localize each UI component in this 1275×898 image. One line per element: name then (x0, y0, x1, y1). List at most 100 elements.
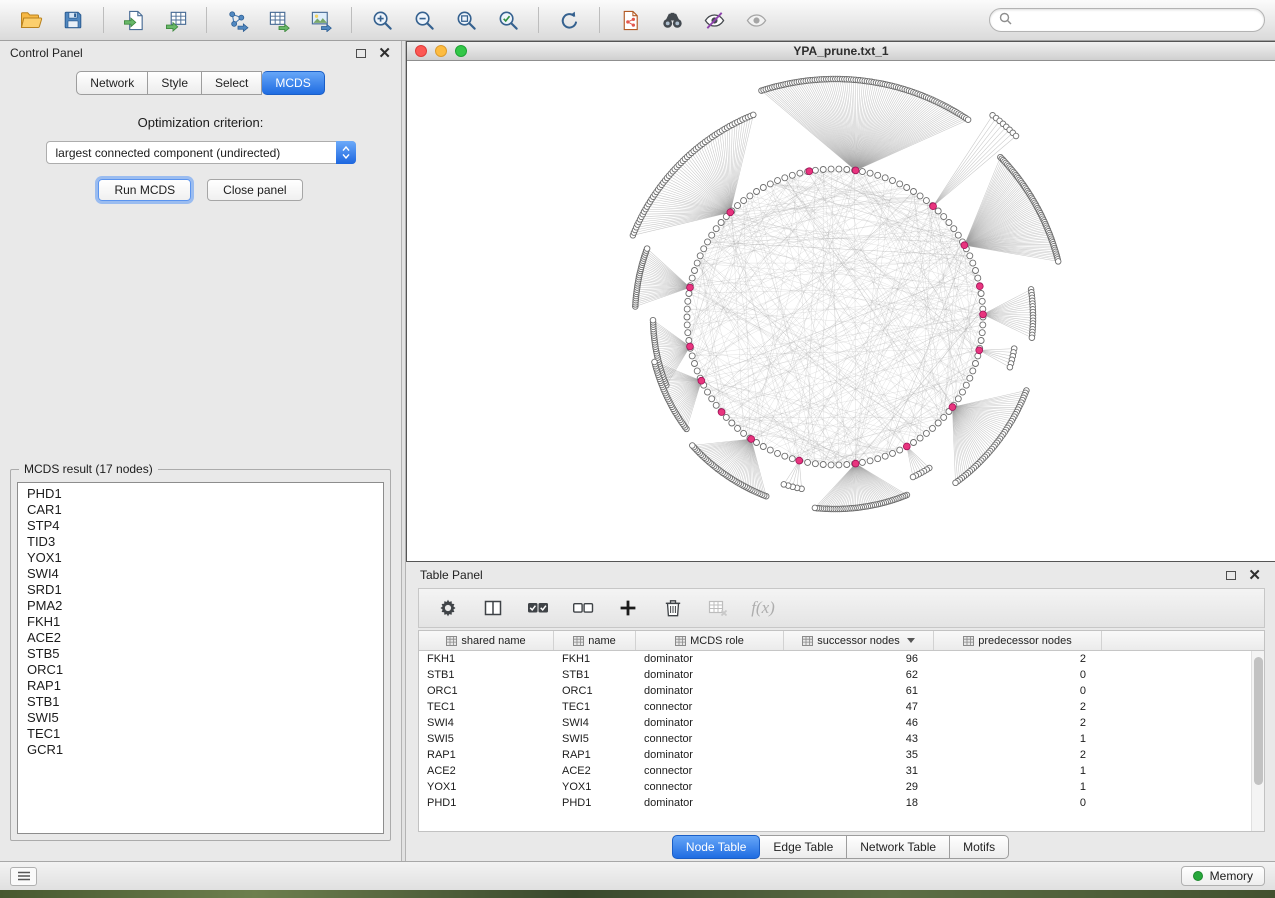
tab-mcds[interactable]: MCDS (262, 71, 324, 95)
mcds-result-item[interactable]: ACE2 (27, 630, 374, 646)
refresh-button[interactable] (548, 3, 590, 37)
mcds-result-item[interactable]: STP4 (27, 518, 374, 534)
cell-MCDS-role: dominator (636, 669, 784, 681)
table-row[interactable]: RAP1RAP1dominator352 (419, 747, 1264, 763)
table-scrollbar[interactable] (1251, 651, 1264, 831)
zoom-out-button[interactable] (403, 3, 445, 37)
open-session-button[interactable] (10, 3, 52, 37)
memory-status-dot-icon (1193, 871, 1203, 881)
cell-MCDS-role: dominator (636, 797, 784, 809)
table-scrollbar-thumb[interactable] (1254, 657, 1263, 785)
cell-name: SWI5 (554, 733, 636, 745)
cell-successor-nodes: 35 (784, 749, 934, 761)
search-field[interactable] (989, 8, 1265, 32)
zoom-selected-icon (497, 9, 520, 32)
cell-predecessor-nodes: 2 (934, 653, 1102, 665)
mcds-result-item[interactable]: TEC1 (27, 726, 374, 742)
mcds-result-item[interactable]: PMA2 (27, 598, 374, 614)
table-row[interactable]: YOX1YOX1connector291 (419, 779, 1264, 795)
network-visualization[interactable] (407, 61, 1274, 561)
table-panel-header: Table Panel ✕ (406, 562, 1275, 588)
table-row[interactable]: ORC1ORC1dominator610 (419, 683, 1264, 699)
add-row-button[interactable] (615, 594, 641, 622)
import-file-button[interactable] (113, 3, 155, 37)
cell-shared-name: STB1 (419, 669, 554, 681)
mcds-result-item[interactable]: SRD1 (27, 582, 374, 598)
status-menu-button[interactable] (10, 867, 37, 886)
columns-button[interactable] (480, 594, 506, 622)
close-window-button[interactable] (415, 45, 427, 57)
table-row[interactable]: ACE2ACE2connector311 (419, 763, 1264, 779)
mcds-result-item[interactable]: RAP1 (27, 678, 374, 694)
mcds-result-item[interactable]: SWI4 (27, 566, 374, 582)
close-table-panel-icon[interactable]: ✕ (1248, 568, 1261, 583)
column-header-name[interactable]: name (554, 631, 636, 650)
zoom-selected-button[interactable] (487, 3, 529, 37)
settings-button[interactable] (435, 594, 461, 622)
select-all-button[interactable] (525, 594, 551, 622)
close-panel-button[interactable]: Close panel (207, 179, 302, 201)
mcds-result-item[interactable]: FKH1 (27, 614, 374, 630)
deselect-all-button[interactable] (570, 594, 596, 622)
float-panel-icon[interactable] (356, 49, 366, 58)
table-row[interactable]: SWI5SWI5connector431 (419, 731, 1264, 747)
table-row[interactable]: SWI4SWI4dominator462 (419, 715, 1264, 731)
column-header-label: MCDS role (690, 635, 744, 647)
export-table-icon (268, 9, 291, 32)
zoom-in-button[interactable] (361, 3, 403, 37)
zoom-in-icon (371, 9, 394, 32)
table-body: FKH1FKH1dominator962STB1STB1dominator620… (419, 651, 1264, 831)
run-mcds-button[interactable]: Run MCDS (98, 179, 191, 201)
minimize-window-button[interactable] (435, 45, 447, 57)
tab-select[interactable]: Select (202, 71, 262, 95)
search-network-button[interactable] (651, 3, 693, 37)
mcds-result-item[interactable]: STB1 (27, 694, 374, 710)
mcds-result-title: MCDS result (17 nodes) (19, 462, 158, 476)
zoom-fit-button[interactable] (445, 3, 487, 37)
column-header-shared-name[interactable]: shared name (419, 631, 554, 650)
tab-style[interactable]: Style (148, 71, 202, 95)
import-table-button[interactable] (155, 3, 197, 37)
cell-name: ORC1 (554, 685, 636, 697)
export-image-button[interactable] (300, 3, 342, 37)
hide-selected-button[interactable] (693, 3, 735, 37)
save-session-button[interactable] (52, 3, 94, 37)
cell-shared-name: ACE2 (419, 765, 554, 777)
cell-MCDS-role: connector (636, 765, 784, 777)
memory-button[interactable]: Memory (1181, 866, 1265, 886)
search-input[interactable] (1018, 13, 1255, 27)
mcds-result-item[interactable]: CAR1 (27, 502, 374, 518)
criterion-dropdown[interactable]: largest connected component (undirected) (46, 141, 356, 164)
mcds-result-item[interactable]: PHD1 (27, 486, 374, 502)
export-table-button[interactable] (258, 3, 300, 37)
mcds-result-item[interactable]: SWI5 (27, 710, 374, 726)
tab-network[interactable]: Network (76, 71, 148, 95)
function-builder-button[interactable]: f(x) (750, 594, 776, 622)
export-network-button[interactable] (216, 3, 258, 37)
table-row[interactable]: STB1STB1dominator620 (419, 667, 1264, 683)
cell-successor-nodes: 29 (784, 781, 934, 793)
mcds-result-item[interactable]: YOX1 (27, 550, 374, 566)
column-header-predecessor-nodes[interactable]: predecessor nodes (934, 631, 1102, 650)
mcds-result-item[interactable]: TID3 (27, 534, 374, 550)
tab-motifs[interactable]: Motifs (950, 835, 1009, 859)
mcds-result-list[interactable]: PHD1CAR1STP4TID3YOX1SWI4SRD1PMA2FKH1ACE2… (17, 482, 384, 834)
column-header-MCDS-role[interactable]: MCDS role (636, 631, 784, 650)
delete-table-button[interactable] (705, 594, 731, 622)
mcds-result-item[interactable]: STB5 (27, 646, 374, 662)
table-row[interactable]: FKH1FKH1dominator962 (419, 651, 1264, 667)
tab-network-table[interactable]: Network Table (847, 835, 950, 859)
close-panel-icon[interactable]: ✕ (378, 46, 391, 61)
delete-row-button[interactable] (660, 594, 686, 622)
tab-edge-table[interactable]: Edge Table (760, 835, 847, 859)
zoom-window-button[interactable] (455, 45, 467, 57)
table-row[interactable]: TEC1TEC1connector472 (419, 699, 1264, 715)
float-table-panel-icon[interactable] (1226, 571, 1236, 580)
table-row[interactable]: PHD1PHD1dominator180 (419, 795, 1264, 811)
tab-node-table[interactable]: Node Table (672, 835, 761, 859)
share-document-button[interactable] (609, 3, 651, 37)
column-header-successor-nodes[interactable]: successor nodes (784, 631, 934, 650)
mcds-result-item[interactable]: GCR1 (27, 742, 374, 758)
mcds-result-item[interactable]: ORC1 (27, 662, 374, 678)
show-all-button[interactable] (735, 3, 777, 37)
